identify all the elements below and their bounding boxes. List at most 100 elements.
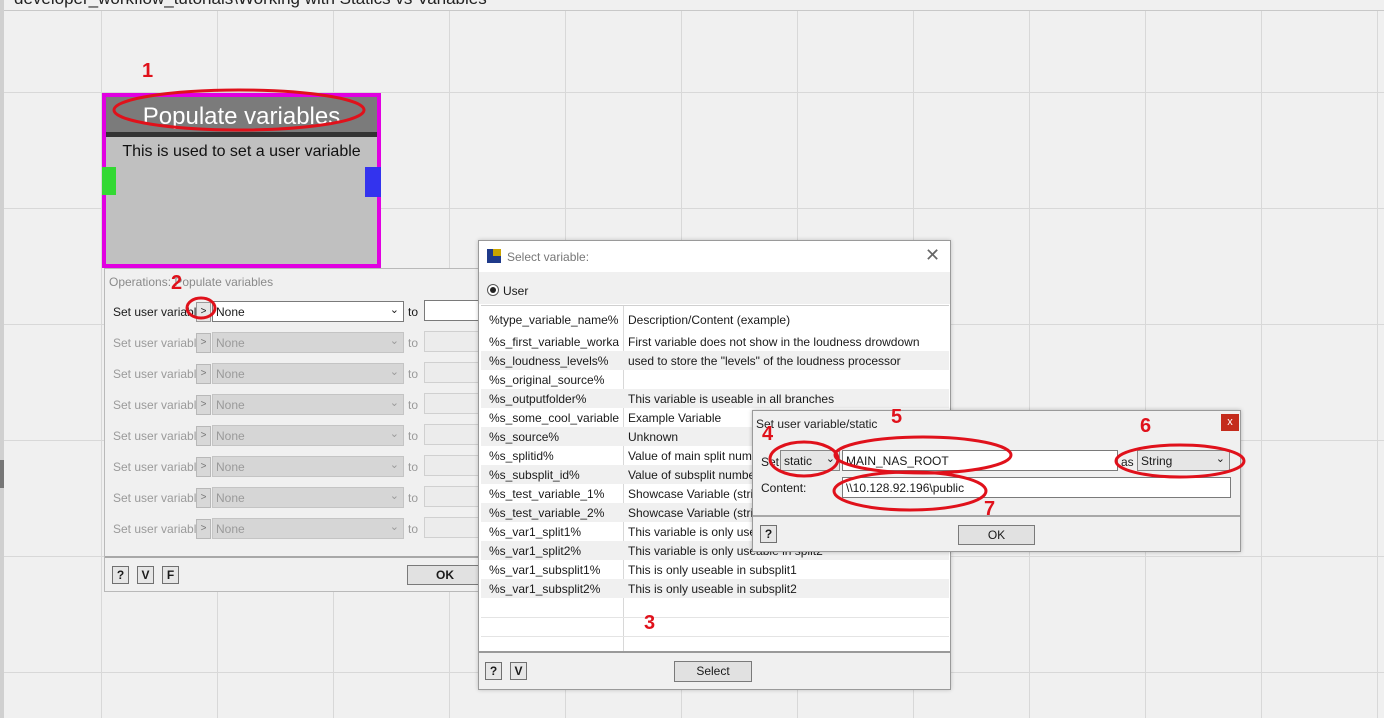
functions-button[interactable]: F xyxy=(162,566,179,584)
value-input[interactable] xyxy=(424,517,486,538)
variable-picker-button[interactable]: > xyxy=(196,364,211,384)
chevron-down-icon: ⌄ xyxy=(389,521,399,533)
chevron-down-icon: ⌄ xyxy=(389,428,399,440)
variable-dropdown[interactable]: None ⌄ xyxy=(212,363,404,384)
operation-row: Set user variable > None ⌄ to xyxy=(105,331,486,355)
variable-picker-button[interactable]: > xyxy=(196,519,211,539)
left-scroll-marker[interactable] xyxy=(0,460,4,488)
variable-dropdown[interactable]: None ⌄ xyxy=(212,456,404,477)
variable-picker-button[interactable]: > xyxy=(196,488,211,508)
operation-row: Set user variable > None ⌄ to xyxy=(105,517,486,541)
annotation-number: 1 xyxy=(142,60,154,82)
window-title-bar: developer_workflow_tutorials\Working wit… xyxy=(0,0,1384,11)
table-row[interactable]: %s_var1_subsplit1% This is only useable i… xyxy=(481,560,949,579)
value-input[interactable] xyxy=(424,362,486,383)
annotation-number: 3 xyxy=(644,612,656,634)
variable-dropdown[interactable]: None ⌄ xyxy=(212,518,404,539)
close-button[interactable]: x xyxy=(1221,414,1239,431)
table-row[interactable]: %s_loudness_levels% used to store the "le… xyxy=(481,351,949,370)
operation-row: Set user variable > None ⌄ to xyxy=(105,455,486,479)
node-input-port[interactable] xyxy=(102,167,116,195)
operation-row: Set user variable > None ⌄ to xyxy=(105,424,486,448)
workflow-node[interactable]: Populate variables This is used to set a… xyxy=(102,93,381,268)
user-radio[interactable] xyxy=(487,284,499,296)
ok-button[interactable]: OK xyxy=(407,565,483,585)
operation-label: Set user variable xyxy=(113,336,204,350)
operation-label: Set user variable xyxy=(113,460,204,474)
value-input[interactable] xyxy=(424,455,486,476)
chevron-down-icon: ⌄ xyxy=(389,397,399,409)
variable-name-input[interactable]: MAIN_NAS_ROOT xyxy=(842,450,1118,471)
operation-label: Set user variable xyxy=(113,398,204,412)
variable-dropdown[interactable]: None ⌄ xyxy=(212,425,404,446)
chevron-down-icon: ⌄ xyxy=(1215,453,1225,465)
node-title[interactable]: Populate variables xyxy=(106,97,377,133)
dialog-footer: ? V Select xyxy=(479,653,950,689)
operations-divider xyxy=(105,556,483,558)
operation-row: Set user variable > None ⌄ to xyxy=(105,393,486,417)
to-label: to xyxy=(408,398,419,412)
operation-row: Set user variable > None ⌄ to xyxy=(105,300,486,324)
variable-picker-button[interactable]: > xyxy=(196,426,211,446)
value-input[interactable] xyxy=(424,331,486,352)
help-button[interactable]: ? xyxy=(760,525,777,543)
table-row[interactable]: %s_outputfolder% This variable is useable… xyxy=(481,389,949,408)
help-button[interactable]: ? xyxy=(112,566,129,584)
to-label: to xyxy=(408,305,419,319)
operations-title: Operations: Populate variables xyxy=(109,275,274,289)
annotation-number: 7 xyxy=(984,498,996,520)
variable-picker-button[interactable]: > xyxy=(196,457,211,477)
node-output-port[interactable] xyxy=(365,167,381,197)
operation-label: Set user variable xyxy=(113,522,204,536)
datatype-dropdown[interactable]: String ⌄ xyxy=(1137,450,1230,471)
to-label: to xyxy=(408,522,419,536)
variables-button[interactable]: V xyxy=(510,662,527,680)
select-button[interactable]: Select xyxy=(674,661,752,682)
header-name: %type_variable_name% xyxy=(489,313,619,327)
table-row[interactable]: %s_original_source% xyxy=(481,370,949,389)
operation-row: Set user variable > None ⌄ to xyxy=(105,362,486,386)
user-radio-label[interactable]: User xyxy=(503,284,528,298)
chevron-down-icon: ⌄ xyxy=(389,304,399,316)
content-input[interactable]: \\10.128.92.196\public xyxy=(842,477,1231,498)
dialog-title: Set user variable/static xyxy=(756,417,878,431)
variable-picker-button[interactable]: > xyxy=(196,395,211,415)
as-label: as xyxy=(1121,455,1134,469)
variable-dropdown[interactable]: None ⌄ xyxy=(212,487,404,508)
operation-row: Set user variable > None ⌄ to xyxy=(105,486,486,510)
close-icon[interactable]: ✕ xyxy=(925,245,940,266)
value-input[interactable] xyxy=(424,393,486,414)
to-label: to xyxy=(408,460,419,474)
table-row[interactable]: %s_var1_subsplit2% This is only useable i… xyxy=(481,579,949,598)
chevron-down-icon: ⌄ xyxy=(389,459,399,471)
variable-dropdown[interactable]: None ⌄ xyxy=(212,301,404,322)
variables-button[interactable]: V xyxy=(137,566,154,584)
value-input[interactable] xyxy=(424,300,486,321)
dialog-toolbar xyxy=(479,272,950,304)
to-label: to xyxy=(408,491,419,505)
variable-picker-button[interactable]: > xyxy=(196,333,211,353)
variable-dropdown[interactable]: None ⌄ xyxy=(212,332,404,353)
to-label: to xyxy=(408,429,419,443)
to-label: to xyxy=(408,367,419,381)
set-static-dialog: Set user variable/static x Set static ⌄ M… xyxy=(752,410,1241,552)
window-title: developer_workflow_tutorials\Working wit… xyxy=(14,0,487,9)
table-row[interactable]: %s_first_variable_worka... First variable… xyxy=(481,332,949,351)
variable-picker-button[interactable]: > xyxy=(196,302,211,322)
help-button[interactable]: ? xyxy=(485,662,502,680)
chevron-down-icon: ⌄ xyxy=(389,335,399,347)
operation-label: Set user variable xyxy=(113,491,204,505)
content-label: Content: xyxy=(761,481,807,495)
annotation-number: 5 xyxy=(891,406,903,428)
operations-panel: Operations: Populate variables Set user … xyxy=(104,268,486,592)
ok-button[interactable]: OK xyxy=(958,525,1035,545)
set-label: Set xyxy=(761,455,780,469)
dialog-title: Select variable: xyxy=(507,250,590,264)
type-dropdown[interactable]: static ⌄ xyxy=(780,450,840,471)
row-divider xyxy=(481,636,949,637)
value-input[interactable] xyxy=(424,424,486,445)
variable-dropdown[interactable]: None ⌄ xyxy=(212,394,404,415)
value-input[interactable] xyxy=(424,486,486,507)
annotation-number: 6 xyxy=(1140,415,1152,437)
operation-label: Set user variable xyxy=(113,367,204,381)
